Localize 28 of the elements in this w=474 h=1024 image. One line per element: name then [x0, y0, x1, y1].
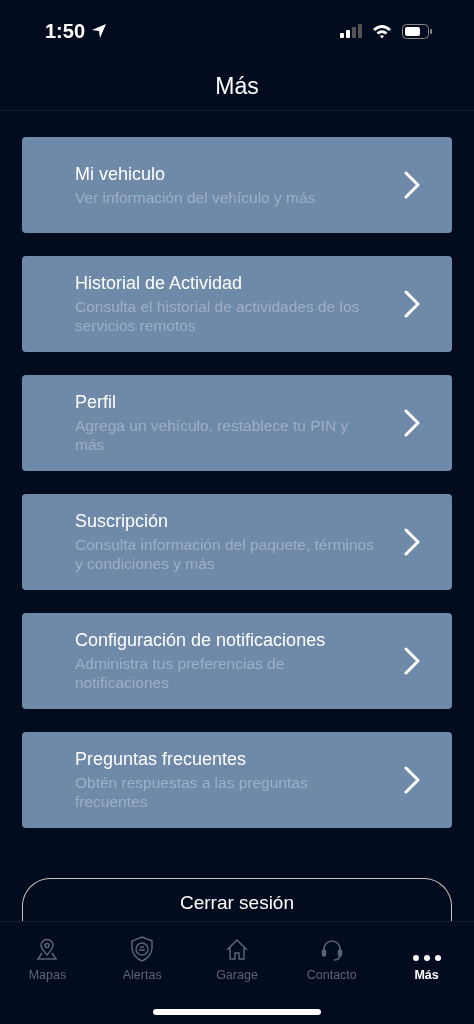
more-icon	[411, 954, 442, 962]
card-title: Configuración de notificaciones	[75, 630, 327, 651]
map-pin-icon	[35, 938, 60, 962]
card-title: Preguntas frecuentes	[75, 749, 248, 770]
tab-item[interactable]: Contacto	[284, 932, 380, 982]
tab-item[interactable]: Más	[379, 932, 474, 982]
card-title: Suscripción	[75, 511, 170, 532]
chevron-right-icon	[404, 290, 420, 318]
card-title: Perfil	[75, 392, 117, 413]
tab-item[interactable]: Alertas	[94, 932, 190, 982]
chevron-right-icon	[404, 528, 420, 556]
home-icon	[225, 938, 249, 962]
chevron-right-icon	[404, 647, 420, 675]
chevron-right-icon	[404, 171, 420, 199]
signal-icon	[340, 24, 362, 38]
card-title: Historial de Actividad	[75, 273, 244, 294]
tab-item[interactable]: Garage	[189, 932, 285, 982]
tab-item[interactable]: Mapas	[0, 932, 95, 982]
chevron-right-icon	[404, 409, 420, 437]
location-arrow-icon	[91, 23, 108, 39]
page-title: Más	[215, 72, 259, 100]
shield-car-icon	[130, 936, 155, 962]
status-time: 1:50	[45, 19, 86, 43]
battery-icon	[402, 23, 432, 39]
chevron-right-icon	[404, 766, 420, 794]
card-title: Mi vehiculo	[75, 163, 167, 185]
wifi-icon	[372, 23, 392, 39]
headset-icon	[319, 938, 344, 962]
